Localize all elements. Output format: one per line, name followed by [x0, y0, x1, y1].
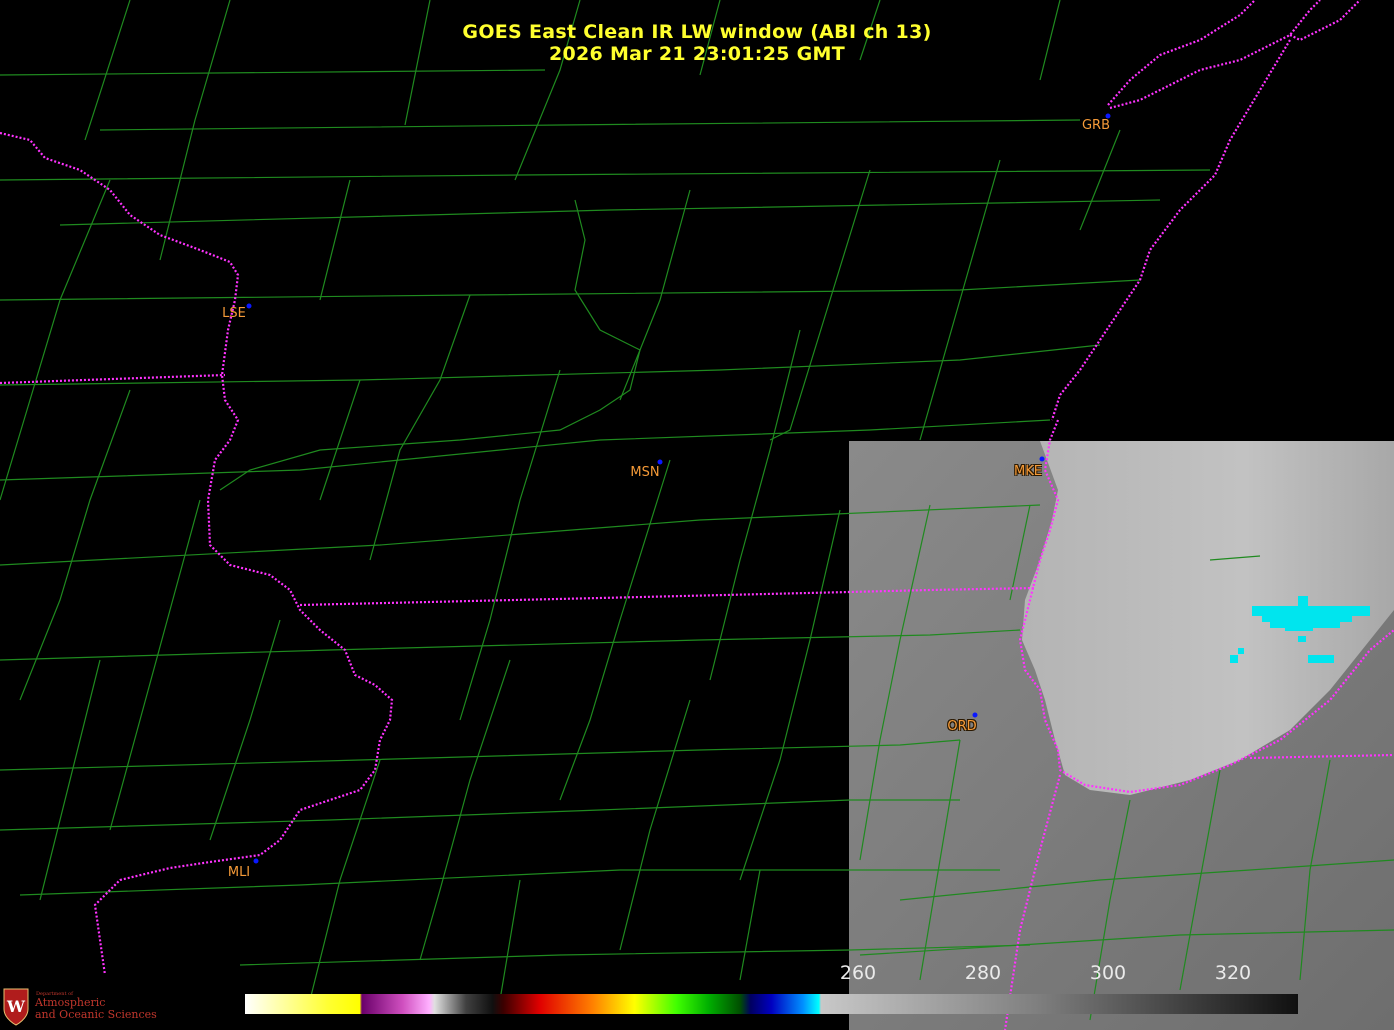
logo-line-2: and Oceanic Sciences: [35, 1008, 157, 1021]
station-label-mli: MLI: [227, 865, 251, 880]
station-dot-mke: [1039, 456, 1045, 462]
station-label-mke: MKE: [1014, 464, 1042, 479]
colorbar-tick-320: 320: [1214, 962, 1252, 984]
image-timestamp: 2026 Mar 21 23:01:25 GMT: [548, 43, 846, 65]
image-title: GOES East Clean IR LW window (ABI ch 13): [462, 21, 932, 43]
svg-text:W: W: [6, 997, 26, 1016]
station-label-msn: MSN: [630, 465, 660, 480]
colorbar-tick-280: 280: [964, 962, 1002, 984]
station-label-grb: GRB: [1081, 118, 1111, 133]
station-label-ord: ORD: [947, 719, 977, 734]
colorbar-tick-260: 260: [839, 962, 877, 984]
satellite-map: [0, 0, 1394, 1030]
station-dot-mli: [253, 858, 259, 864]
station-label-lse: LSE: [222, 306, 246, 321]
station-dot-ord: [972, 712, 978, 718]
station-dot-msn: [657, 459, 663, 465]
colorbar-tick-300: 300: [1089, 962, 1127, 984]
temperature-colorbar: [245, 994, 1298, 1014]
station-dot-lse: [246, 303, 252, 309]
